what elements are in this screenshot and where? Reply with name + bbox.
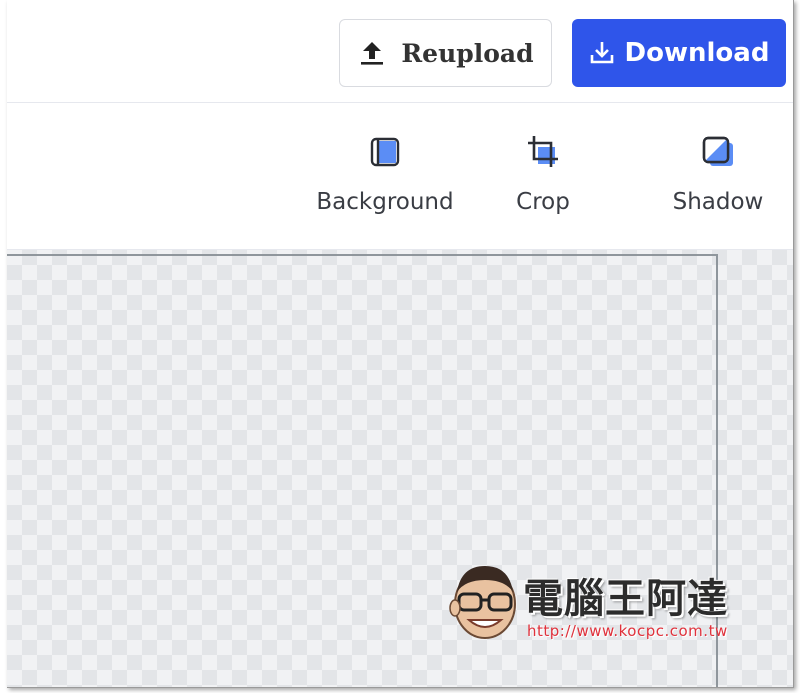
shadow-icon [702,136,733,166]
download-button[interactable]: Download [572,19,786,87]
reupload-button[interactable]: Reupload [339,19,552,87]
tool-crop[interactable]: Crop [503,133,583,228]
mascot-face-icon [449,566,516,639]
top-action-bar: Reupload Download [7,0,793,103]
tool-background-label: Background [316,189,454,215]
reupload-label: Reupload [401,38,534,68]
background-icon [370,137,400,167]
edit-tools-row: Background Crop Shadow [7,103,793,250]
watermark: 電腦王阿達 http://www.kocpc.com.tw [445,558,745,648]
download-icon [589,40,615,66]
tool-shadow[interactable]: Shadow [664,133,772,228]
watermark-title: 電腦王阿達 [523,576,728,622]
watermark-url: http://www.kocpc.com.tw [527,622,728,640]
tool-crop-label: Crop [516,189,570,215]
tool-background[interactable]: Background [311,133,459,228]
tool-shadow-label: Shadow [672,189,764,215]
crop-icon [528,136,558,167]
upload-icon [357,38,387,68]
download-label: Download [624,38,770,68]
